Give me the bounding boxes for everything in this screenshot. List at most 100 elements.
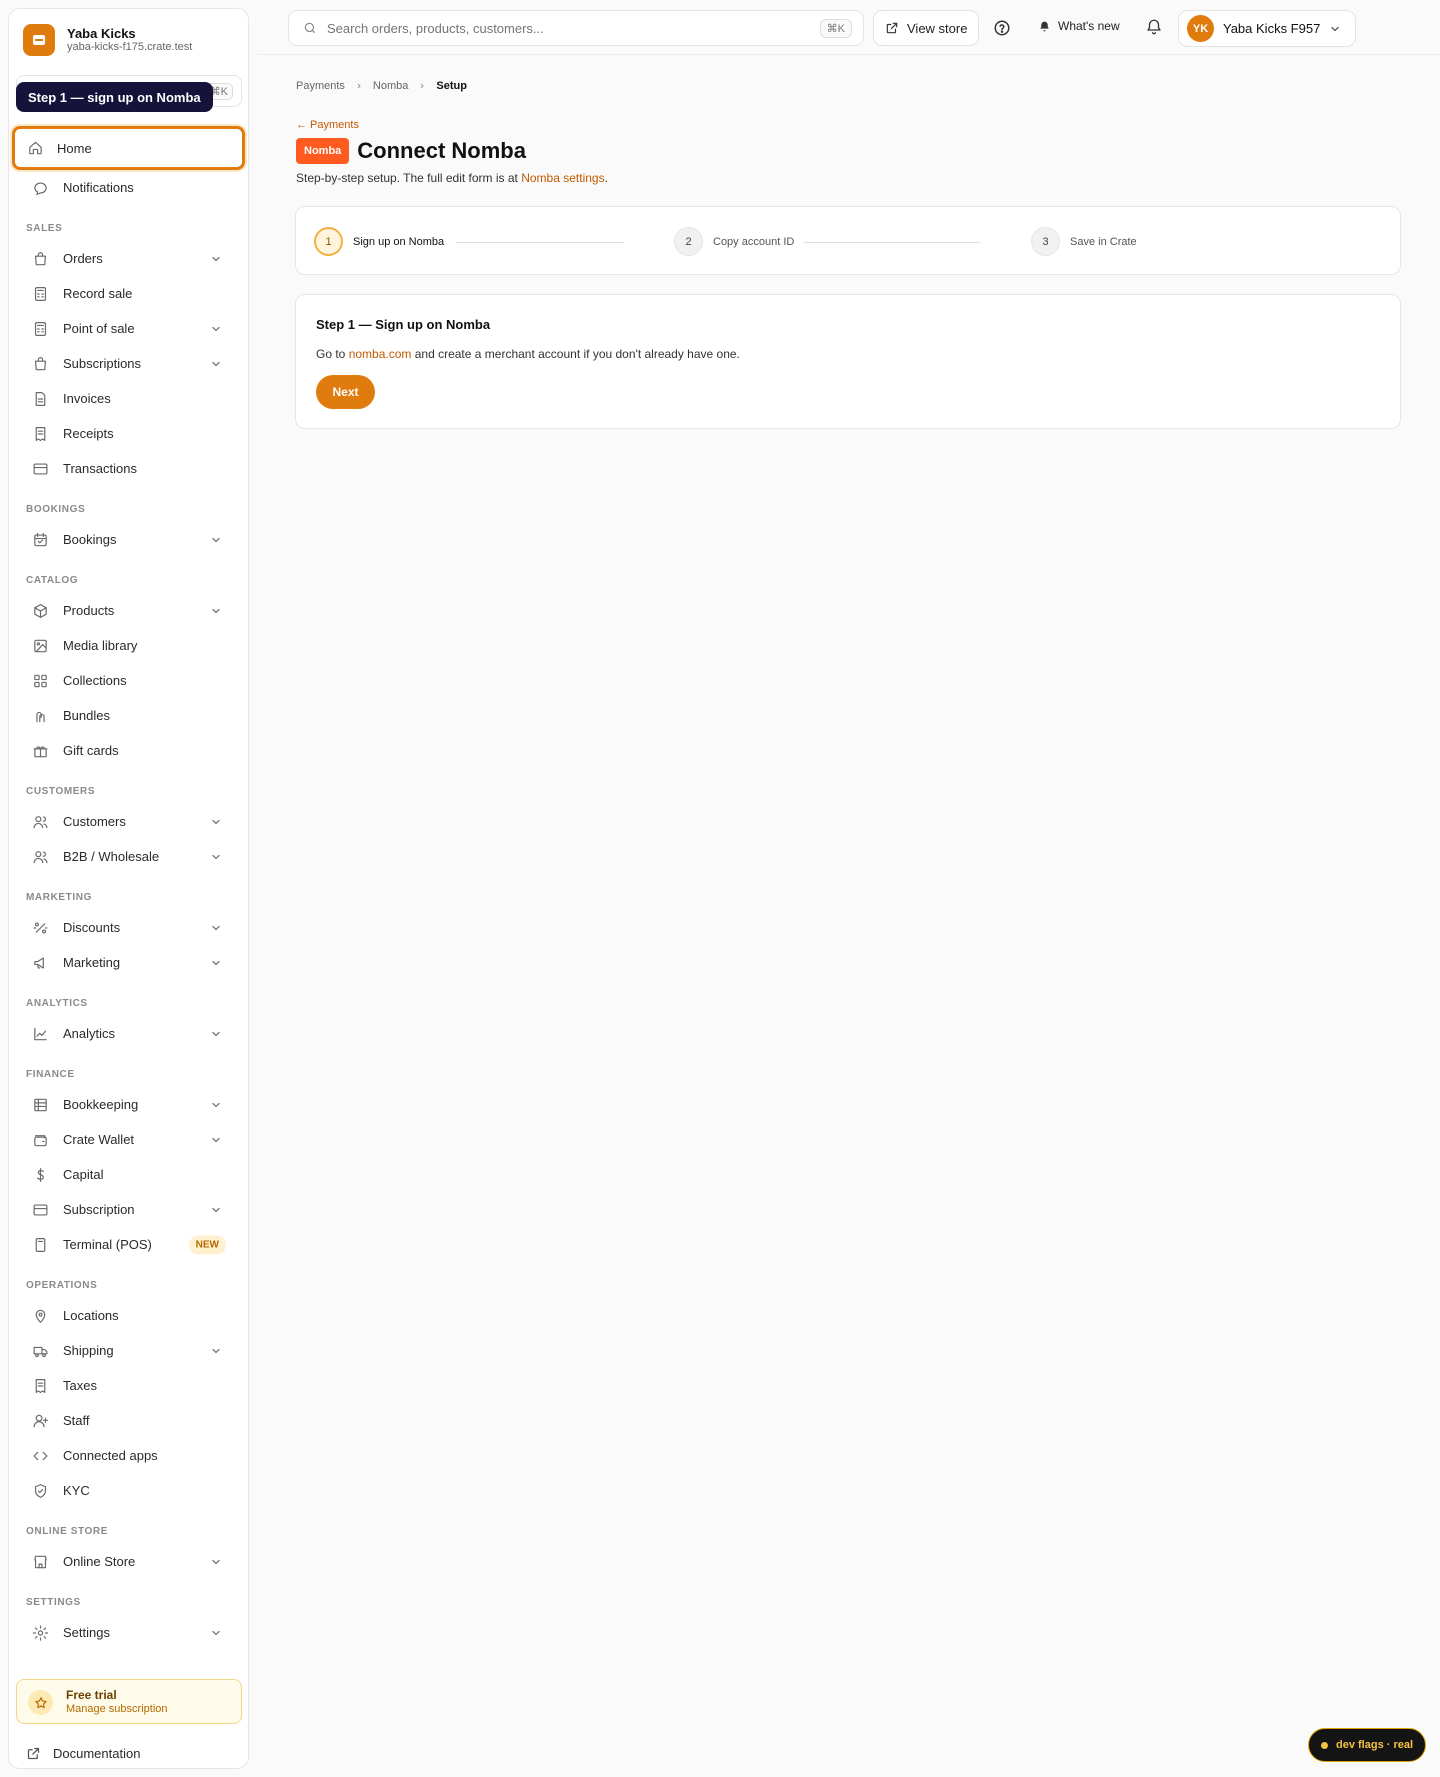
- view-store-label: View store: [907, 20, 968, 36]
- sidebar-item-label: Shipping: [63, 1343, 114, 1358]
- gift-icon: [32, 742, 49, 759]
- sidebar-item-b2b-wholesale[interactable]: B2B / Wholesale: [17, 839, 240, 874]
- help-icon[interactable]: [993, 19, 1011, 37]
- sidebar-item-staff[interactable]: Staff: [17, 1403, 240, 1438]
- chevron-down-icon[interactable]: [210, 358, 222, 370]
- free-trial-card[interactable]: Free trial Manage subscription: [16, 1679, 242, 1724]
- sidebar-item-analytics[interactable]: Analytics: [17, 1016, 240, 1051]
- back-to-payments-link[interactable]: ← Payments: [296, 119, 359, 131]
- sidebar-item-collections[interactable]: Collections: [17, 663, 240, 698]
- sidebar-item-notifications[interactable]: Notifications: [17, 170, 240, 205]
- megaphone-icon: [32, 954, 49, 971]
- chevron-down-icon[interactable]: [210, 1627, 222, 1639]
- step-1[interactable]: 1 Sign up on Nomba: [314, 227, 444, 256]
- card-icon: [32, 460, 49, 477]
- documentation-link[interactable]: Documentation: [26, 1746, 140, 1761]
- sidebar-item-label: Locations: [63, 1308, 119, 1323]
- nomba-website-link[interactable]: nomba.com: [349, 347, 412, 361]
- sidebar-item-label: Collections: [63, 673, 127, 688]
- chevron-down-icon[interactable]: [210, 1345, 222, 1357]
- sidebar-item-capital[interactable]: Capital: [17, 1157, 240, 1192]
- chevron-down-icon[interactable]: [210, 1028, 222, 1040]
- calculator-icon: [32, 285, 49, 302]
- chevron-down-icon[interactable]: [210, 1204, 222, 1216]
- sidebar-item-crate-wallet[interactable]: Crate Wallet: [17, 1122, 240, 1157]
- sidebar-item-home[interactable]: Home: [12, 126, 245, 170]
- nav-section-catalog: CATALOG: [26, 575, 79, 586]
- chevron-down-icon[interactable]: [210, 323, 222, 335]
- chevron-down-icon[interactable]: [210, 534, 222, 546]
- manage-subscription-link[interactable]: Manage subscription: [66, 1703, 168, 1715]
- brand[interactable]: Yaba Kicks yaba-kicks-f175.crate.test: [23, 24, 192, 56]
- sidebar-item-bookkeeping[interactable]: Bookkeeping: [17, 1087, 240, 1122]
- chevron-down-icon[interactable]: [210, 253, 222, 265]
- step-text-post: and create a merchant account if you don…: [411, 347, 740, 361]
- sidebar-item-customers[interactable]: Customers: [17, 804, 240, 839]
- external-link-icon: [886, 22, 898, 34]
- account-menu[interactable]: YK Yaba Kicks F957: [1178, 10, 1357, 47]
- nav-section-analytics: ANALYTICS: [26, 998, 88, 1009]
- sidebar-item-shipping[interactable]: Shipping: [17, 1333, 240, 1368]
- chevron-down-icon[interactable]: [210, 1556, 222, 1568]
- chevron-down-icon[interactable]: [210, 816, 222, 828]
- breadcrumb-nomba[interactable]: Nomba: [373, 80, 408, 92]
- sidebar-item-settings[interactable]: Settings: [17, 1615, 240, 1650]
- nomba-settings-link[interactable]: Nomba settings: [521, 171, 604, 185]
- sidebar-item-discounts[interactable]: Discounts: [17, 910, 240, 945]
- sidebar-item-label: KYC: [63, 1483, 90, 1498]
- sidebar-item-connected-apps[interactable]: Connected apps: [17, 1438, 240, 1473]
- users-icon: [32, 813, 49, 830]
- dev-flags-badge[interactable]: dev flags · real: [1308, 1728, 1427, 1762]
- chevron-down-icon[interactable]: [210, 922, 222, 934]
- sidebar-item-bundles[interactable]: Bundles: [17, 698, 240, 733]
- bag-icon: [32, 250, 49, 267]
- breadcrumb-payments[interactable]: Payments: [296, 80, 345, 92]
- sidebar-item-products[interactable]: Products: [17, 593, 240, 628]
- sidebar-item-media-library[interactable]: Media library: [17, 628, 240, 663]
- step-3[interactable]: 3 Save in Crate: [1031, 227, 1137, 256]
- sidebar-item-marketing[interactable]: Marketing: [17, 945, 240, 980]
- chevron-down-icon[interactable]: [210, 851, 222, 863]
- account-name: Yaba Kicks F957: [1223, 21, 1321, 36]
- store-icon: [32, 1553, 49, 1570]
- sidebar-item-receipts[interactable]: Receipts: [17, 416, 240, 451]
- sidebar-item-bookings[interactable]: Bookings: [17, 522, 240, 557]
- sidebar-item-locations[interactable]: Locations: [17, 1298, 240, 1333]
- search-input[interactable]: [327, 20, 787, 36]
- sidebar-item-invoices[interactable]: Invoices: [17, 381, 240, 416]
- global-search[interactable]: ⌘K: [288, 10, 864, 46]
- step-text-pre: Go to: [316, 347, 349, 361]
- step-card-text: Go to nomba.com and create a merchant ac…: [316, 347, 740, 361]
- sidebar-item-taxes[interactable]: Taxes: [17, 1368, 240, 1403]
- sidebar-item-label: Transactions: [63, 461, 137, 476]
- sidebar-item-subscriptions[interactable]: Subscriptions: [17, 346, 240, 381]
- chevron-down-icon[interactable]: [210, 1099, 222, 1111]
- chevron-down-icon[interactable]: [210, 957, 222, 969]
- step-label: Copy account ID: [713, 235, 795, 248]
- sidebar-item-online-store[interactable]: Online Store: [17, 1544, 240, 1579]
- sidebar-item-kyc[interactable]: KYC: [17, 1473, 240, 1508]
- breadcrumb: Payments Nomba Setup: [296, 80, 467, 92]
- terminal-icon: [32, 1236, 49, 1253]
- step-2[interactable]: 2 Copy account ID: [674, 227, 794, 256]
- chevron-down-icon[interactable]: [210, 605, 222, 617]
- sidebar-item-transactions[interactable]: Transactions: [17, 451, 240, 486]
- sidebar-item-gift-cards[interactable]: Gift cards: [17, 733, 240, 768]
- sidebar-item-label: Bundles: [63, 708, 110, 723]
- sidebar-item-label: Crate Wallet: [63, 1132, 135, 1147]
- whats-new-button[interactable]: What's new: [1038, 19, 1120, 33]
- sidebar-item-point-of-sale[interactable]: Point of sale: [17, 311, 240, 346]
- avatar: YK: [1187, 15, 1214, 42]
- chevron-right-icon: [357, 83, 361, 89]
- sidebar-item-record-sale[interactable]: Record sale: [17, 276, 240, 311]
- sidebar-item-terminal-pos[interactable]: Terminal (POS) NEW: [17, 1227, 240, 1262]
- sidebar-item-label: Subscriptions: [63, 356, 142, 371]
- chevron-down-icon[interactable]: [210, 1134, 222, 1146]
- next-button[interactable]: Next: [316, 375, 375, 409]
- sidebar-item-orders[interactable]: Orders: [17, 241, 240, 276]
- step-card-title: Step 1 — Sign up on Nomba: [316, 317, 491, 332]
- notifications-bell-icon[interactable]: [1145, 18, 1163, 36]
- view-store-button[interactable]: View store: [873, 10, 980, 46]
- sidebar-item-label: Settings: [63, 1625, 110, 1640]
- sidebar-item-subscription[interactable]: Subscription: [17, 1192, 240, 1227]
